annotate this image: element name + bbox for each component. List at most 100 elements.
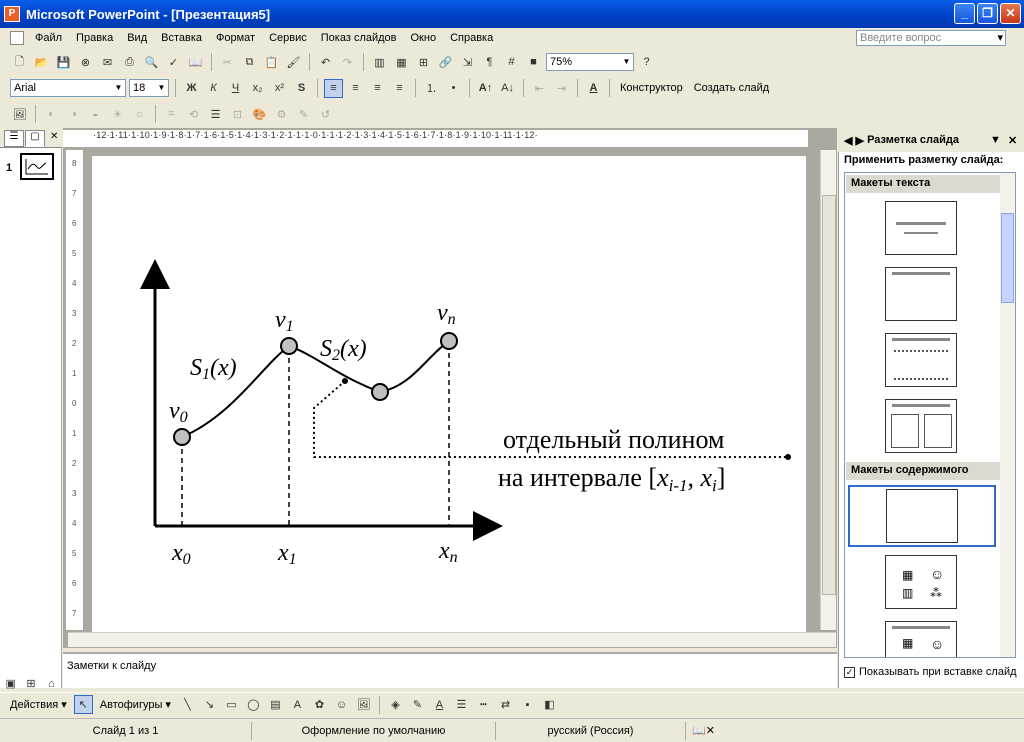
back-arrow-icon[interactable]: ◀ <box>844 134 852 147</box>
wordart-icon[interactable]: A <box>288 695 307 714</box>
slide-show-icon[interactable]: ⌂ <box>43 674 60 693</box>
numbering-icon[interactable]: ⒈ <box>422 79 441 98</box>
close-pane-icon[interactable]: ✕ <box>50 131 58 142</box>
layout-two-columns[interactable] <box>885 399 957 453</box>
align-left-icon[interactable]: ≡ <box>324 78 343 98</box>
designer-button[interactable]: Конструктор <box>616 82 687 94</box>
spelling-icon[interactable]: ✓ <box>164 53 183 72</box>
chevron-down-icon[interactable]: ▼ <box>112 80 125 96</box>
italic-button[interactable]: К <box>204 79 223 98</box>
tables-borders-icon[interactable]: ⊞ <box>414 53 433 72</box>
email-icon[interactable]: ✉ <box>98 53 117 72</box>
show-formatting-icon[interactable]: ¶ <box>480 53 499 72</box>
print-icon[interactable]: ⎙ <box>120 53 139 72</box>
grid-icon[interactable]: # <box>502 53 521 72</box>
research-icon[interactable]: 📖 <box>186 53 205 72</box>
line-style-icon[interactable]: ☰ <box>206 105 225 124</box>
layout-title-text[interactable] <box>885 333 957 387</box>
menu-tools[interactable]: Сервис <box>262 32 314 44</box>
shadow-button[interactable]: S <box>292 79 311 98</box>
slide-canvas[interactable]: v0 v1 vn S1(x) S2(x) x0 x1 xn отдельный … <box>92 156 806 632</box>
redo-icon[interactable]: ↷ <box>338 53 357 72</box>
actions-menu[interactable]: Действия ▾ <box>6 698 71 711</box>
cut-icon[interactable]: ✂ <box>218 53 237 72</box>
slide-sorter-icon[interactable]: ⊞ <box>22 674 39 693</box>
menu-view[interactable]: Вид <box>120 32 154 44</box>
oval-icon[interactable]: ◯ <box>244 695 263 714</box>
crop-icon[interactable]: ⌗ <box>162 105 181 124</box>
menu-format[interactable]: Формат <box>209 32 262 44</box>
bold-button[interactable]: Ж <box>182 79 201 98</box>
menu-insert[interactable]: Вставка <box>154 32 209 44</box>
horizontal-scrollbar[interactable] <box>68 632 836 647</box>
arrow-icon[interactable]: ↘ <box>200 695 219 714</box>
increase-font-icon[interactable]: A↑ <box>476 79 495 98</box>
menu-file[interactable]: Файл <box>28 32 69 44</box>
diagram-icon[interactable]: ✿ <box>310 695 329 714</box>
scroll-thumb[interactable] <box>822 195 836 595</box>
help-question-input[interactable]: Введите вопрос ▾ <box>856 30 1006 46</box>
rectangle-icon[interactable]: ▭ <box>222 695 241 714</box>
justify-icon[interactable]: ≡ <box>390 79 409 98</box>
dash-style-icon[interactable]: ┅ <box>474 695 493 714</box>
new-slide-button[interactable]: Создать слайд <box>690 82 773 94</box>
menu-window[interactable]: Окно <box>404 32 444 44</box>
font-select[interactable]: Arial ▼ <box>10 79 126 97</box>
normal-view-icon[interactable]: ▣ <box>2 674 19 693</box>
align-center-icon[interactable]: ≡ <box>346 79 365 98</box>
insert-picture-icon[interactable]: 🖼 <box>10 105 29 124</box>
copy-icon[interactable]: ⧉ <box>240 53 259 72</box>
chevron-down-icon[interactable]: ▼ <box>620 54 633 70</box>
font-color-icon[interactable]: A <box>430 695 449 714</box>
reset-picture-icon[interactable]: ↺ <box>316 105 335 124</box>
scroll-thumb[interactable] <box>1001 213 1014 303</box>
increase-indent-icon[interactable]: ⇥ <box>552 79 571 98</box>
show-on-insert-option[interactable]: ✓ Показывать при вставке слайд <box>844 666 1017 678</box>
rotate-icon[interactable]: ⟲ <box>184 105 203 124</box>
expand-icon[interactable]: ⇲ <box>458 53 477 72</box>
align-right-icon[interactable]: ≡ <box>368 79 387 98</box>
insert-chart-icon[interactable]: ▥ <box>370 53 389 72</box>
set-transparent-icon[interactable]: ✎ <box>294 105 313 124</box>
color-grayscale-icon[interactable]: ■ <box>524 53 543 72</box>
shadow-style-icon[interactable]: ▪ <box>518 695 537 714</box>
layout-title-content[interactable]: ▦ ☺ <box>885 621 957 657</box>
print-preview-icon[interactable]: 🔍 <box>142 53 161 72</box>
less-brightness-icon[interactable]: ☼ <box>130 105 149 124</box>
minimize-button[interactable]: _ <box>954 3 975 24</box>
underline-button[interactable]: Ч <box>226 79 245 98</box>
undo-icon[interactable]: ↶ <box>316 53 335 72</box>
layout-blank-selected[interactable] <box>848 485 996 547</box>
slide-thumbnail[interactable] <box>20 153 54 180</box>
picture-icon[interactable]: 🖼 <box>354 695 373 714</box>
format-picture-icon[interactable]: ⚙ <box>272 105 291 124</box>
clipart-icon[interactable]: ☺ <box>332 695 351 714</box>
layout-content[interactable]: ▦ ☺ ▥ ⁂ <box>885 555 957 609</box>
font-size-select[interactable]: 18 ▼ <box>129 79 169 97</box>
textbox-icon[interactable]: ▤ <box>266 695 285 714</box>
outline-tab[interactable]: ☰ <box>4 130 24 147</box>
chevron-down-icon[interactable]: ▾ <box>997 31 1003 45</box>
paste-icon[interactable]: 📋 <box>262 53 281 72</box>
permission-icon[interactable]: ⊗ <box>76 53 95 72</box>
compress-icon[interactable]: ⊡ <box>228 105 247 124</box>
maximize-button[interactable]: ❐ <box>977 3 998 24</box>
open-icon[interactable]: 📂 <box>32 53 51 72</box>
forward-arrow-icon[interactable]: ▶ <box>856 134 864 147</box>
autoshapes-menu[interactable]: Автофигуры ▾ <box>96 698 175 711</box>
close-button[interactable]: ✕ <box>1000 3 1021 24</box>
powerpoint-app-icon[interactable]: P <box>4 6 20 22</box>
notes-pane[interactable]: Заметки к слайду <box>63 652 837 688</box>
format-painter-icon[interactable]: 🖌 <box>284 53 303 72</box>
fill-color-icon[interactable]: ◈ <box>386 695 405 714</box>
menu-slideshow[interactable]: Показ слайдов <box>314 32 404 44</box>
zoom-select[interactable]: 75% ▼ <box>546 53 634 71</box>
layout-title-slide[interactable] <box>885 201 957 255</box>
chevron-down-icon[interactable]: ▼ <box>990 134 1001 146</box>
bullets-icon[interactable]: • <box>444 79 463 98</box>
layout-title-only[interactable] <box>885 267 957 321</box>
menu-edit[interactable]: Правка <box>69 32 120 44</box>
new-document-icon[interactable]: 🗋 <box>10 53 29 72</box>
3d-style-icon[interactable]: ◧ <box>540 695 559 714</box>
line-style-icon[interactable]: ☰ <box>452 695 471 714</box>
